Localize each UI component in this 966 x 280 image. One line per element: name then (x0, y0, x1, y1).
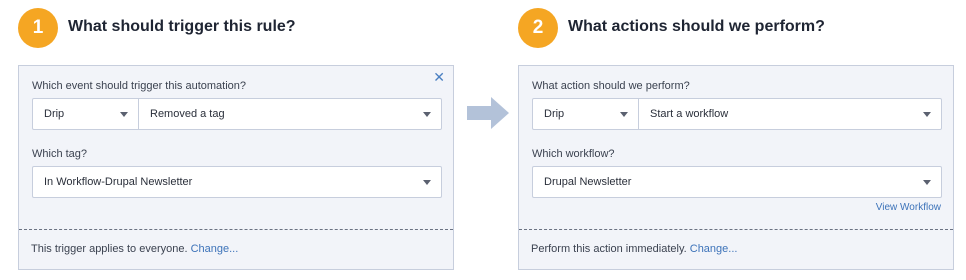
tag-select[interactable]: In Workflow-Drupal Newsletter (33, 167, 441, 197)
chevron-down-icon (423, 180, 431, 185)
chevron-down-icon (923, 112, 931, 117)
step-2-header: 2 What actions should we perform? (518, 0, 954, 64)
workflow-select-row: Drupal Newsletter (532, 166, 942, 198)
event-select-row: Drip Removed a tag (32, 98, 442, 130)
step-2-badge: 2 (518, 8, 558, 48)
trigger-footer-divider (19, 229, 453, 230)
trigger-section: 1 What should trigger this rule? ✕ Which… (18, 0, 454, 270)
close-icon[interactable]: ✕ (433, 70, 445, 84)
workflow-select[interactable]: Drupal Newsletter (533, 167, 941, 197)
action-label: What action should we perform? (532, 80, 690, 92)
trigger-panel: ✕ Which event should trigger this automa… (18, 65, 454, 270)
chevron-down-icon (923, 180, 931, 185)
step-1-badge: 1 (18, 8, 58, 48)
arrow-right-icon (467, 97, 509, 129)
workflow-value: Drupal Newsletter (544, 176, 632, 188)
action-provider-value: Drip (544, 108, 565, 120)
event-type-select[interactable]: Removed a tag (139, 99, 441, 129)
event-label: Which event should trigger this automati… (32, 80, 247, 92)
tag-select-row: In Workflow-Drupal Newsletter (32, 166, 442, 198)
view-workflow-link[interactable]: View Workflow (876, 202, 941, 213)
action-section: 2 What actions should we perform? What a… (518, 0, 954, 270)
action-type-value: Start a workflow (650, 108, 729, 120)
workflow-label: Which workflow? (532, 148, 615, 160)
event-type-value: Removed a tag (150, 108, 225, 120)
action-change-link[interactable]: Change... (690, 243, 738, 255)
tag-label: Which tag? (32, 148, 88, 160)
action-provider-select[interactable]: Drip (533, 99, 639, 129)
action-panel: What action should we perform? Drip Star… (518, 65, 954, 270)
event-provider-select[interactable]: Drip (33, 99, 139, 129)
step-1-header: 1 What should trigger this rule? (18, 0, 454, 64)
trigger-footer-text: This trigger applies to everyone. (31, 243, 188, 255)
step-1-title: What should trigger this rule? (68, 18, 296, 35)
step-2-title: What actions should we perform? (568, 18, 825, 35)
chevron-down-icon (620, 112, 628, 117)
action-footer-divider (519, 229, 953, 230)
action-select-row: Drip Start a workflow (532, 98, 942, 130)
action-footer: Perform this action immediately. Change.… (531, 243, 737, 255)
chevron-down-icon (120, 112, 128, 117)
trigger-footer: This trigger applies to everyone. Change… (31, 243, 238, 255)
event-provider-value: Drip (44, 108, 65, 120)
action-footer-text: Perform this action immediately. (531, 243, 687, 255)
trigger-change-link[interactable]: Change... (191, 243, 239, 255)
tag-value: In Workflow-Drupal Newsletter (44, 176, 193, 188)
action-type-select[interactable]: Start a workflow (639, 99, 941, 129)
chevron-down-icon (423, 112, 431, 117)
